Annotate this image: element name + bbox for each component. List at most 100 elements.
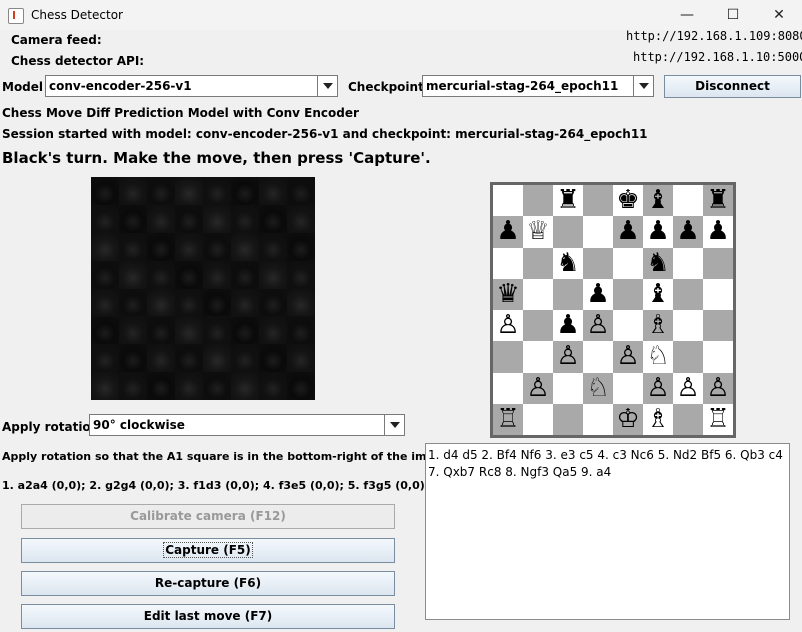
- chess-piece: ♟: [616, 216, 640, 247]
- board-square: ♙: [613, 341, 643, 373]
- board-square: [553, 278, 583, 310]
- board-square: [583, 185, 613, 217]
- board-square: ♟: [673, 216, 703, 248]
- detector-api-url: http://192.168.1.10:5000: [633, 50, 802, 64]
- board-square: ♜: [703, 185, 733, 217]
- minimize-button[interactable]: —: [664, 0, 710, 30]
- board-square: [523, 185, 553, 217]
- camera-square: [231, 316, 259, 345]
- chess-piece: ♙: [496, 310, 520, 340]
- board-square: [673, 185, 703, 217]
- rotation-label: Apply rotation: [2, 420, 100, 434]
- board-square: [673, 341, 703, 373]
- calibrate-camera-button[interactable]: Calibrate camera (F12): [21, 504, 395, 529]
- board-square: ♖: [493, 403, 523, 435]
- close-button[interactable]: ✕: [756, 0, 802, 30]
- chevron-down-icon[interactable]: [633, 76, 653, 96]
- camera-square: [119, 372, 147, 400]
- chess-piece: ♙: [586, 310, 610, 340]
- turn-prompt: Black's turn. Make the move, then press …: [2, 149, 431, 167]
- camera-square: [287, 288, 315, 317]
- board-square: ♟: [553, 310, 583, 342]
- board-square: [523, 403, 553, 435]
- chess-piece: ♞: [646, 247, 670, 278]
- chess-piece: ♕: [526, 216, 550, 247]
- rotation-hint: Apply rotation so that the A1 square is …: [2, 450, 454, 463]
- camera-square: [287, 232, 315, 261]
- board-square: ♙: [493, 310, 523, 342]
- chess-piece: ♛: [496, 278, 520, 309]
- chevron-down-icon[interactable]: [384, 415, 404, 435]
- chess-piece: ♗: [646, 310, 670, 340]
- camera-square: [147, 204, 175, 233]
- chess-piece: ♟: [556, 310, 580, 340]
- board-square: ♗: [643, 310, 673, 342]
- chess-piece: ♖: [706, 403, 730, 434]
- camera-square: [287, 260, 315, 289]
- chess-piece: ♟: [676, 216, 700, 247]
- board-square: [673, 403, 703, 435]
- camera-square: [147, 177, 175, 205]
- board-square: ♟: [613, 216, 643, 248]
- maximize-button[interactable]: ☐: [710, 0, 756, 30]
- camera-square: [259, 177, 287, 205]
- edit-last-move-button[interactable]: Edit last move (F7): [21, 604, 395, 629]
- board-square: [583, 247, 613, 279]
- board-square: ♙: [643, 372, 673, 404]
- move-history[interactable]: 1. d4 d5 2. Bf4 Nf6 3. e3 c5 4. c3 Nc6 5…: [425, 443, 790, 620]
- capture-button-label: Capture (F5): [163, 542, 253, 558]
- chess-piece: ♟: [586, 278, 610, 309]
- board-square: ♖: [703, 403, 733, 435]
- model-select[interactable]: conv-encoder-256-v1: [45, 75, 338, 97]
- board-square: ♟: [493, 216, 523, 248]
- board-square: [673, 247, 703, 279]
- camera-square: [91, 204, 119, 233]
- camera-square: [91, 372, 119, 400]
- camera-square: [175, 316, 203, 345]
- board-square: [523, 247, 553, 279]
- capture-button[interactable]: Capture (F5): [21, 538, 395, 563]
- rotation-select[interactable]: 90° clockwise: [89, 414, 405, 436]
- camera-square: [203, 177, 231, 205]
- checkpoint-select-value: mercurial-stag-264_epoch11: [426, 79, 619, 93]
- board-square: [583, 341, 613, 373]
- board-square: ♙: [583, 310, 613, 342]
- camera-square: [91, 316, 119, 345]
- model-select-value: conv-encoder-256-v1: [49, 79, 192, 93]
- camera-square: [91, 260, 119, 289]
- board-square: ♟: [643, 216, 673, 248]
- camera-square: [203, 260, 231, 289]
- camera-square: [259, 232, 287, 261]
- java-app-icon: [8, 8, 24, 24]
- camera-square: [147, 344, 175, 373]
- checkpoint-select[interactable]: mercurial-stag-264_epoch11: [422, 75, 654, 97]
- camera-square: [91, 288, 119, 317]
- board-square: [673, 278, 703, 310]
- board-square: ♜: [553, 185, 583, 217]
- board-square: [553, 216, 583, 248]
- camera-square: [147, 316, 175, 345]
- board-square: [703, 341, 733, 373]
- camera-square: [203, 204, 231, 233]
- board-square: [613, 278, 643, 310]
- board-square: ♘: [643, 341, 673, 373]
- chess-piece: ♟: [496, 216, 520, 247]
- camera-square: [287, 372, 315, 400]
- chess-piece: ♟: [706, 216, 730, 247]
- camera-square: [259, 344, 287, 373]
- board-square: [703, 247, 733, 279]
- recapture-button[interactable]: Re-capture (F6): [21, 571, 395, 596]
- chess-piece: ♙: [616, 341, 640, 372]
- camera-square: [91, 232, 119, 261]
- camera-square: [231, 232, 259, 261]
- board-square: [493, 372, 523, 404]
- board-square: ♗: [643, 403, 673, 435]
- chess-piece: ♙: [526, 372, 550, 403]
- board-square: ♟: [703, 216, 733, 248]
- chevron-down-icon[interactable]: [317, 76, 337, 96]
- camera-square: [287, 177, 315, 205]
- camera-square: [259, 260, 287, 289]
- board-square: ♝: [643, 185, 673, 217]
- camera-square: [119, 232, 147, 261]
- disconnect-button[interactable]: Disconnect: [664, 75, 801, 98]
